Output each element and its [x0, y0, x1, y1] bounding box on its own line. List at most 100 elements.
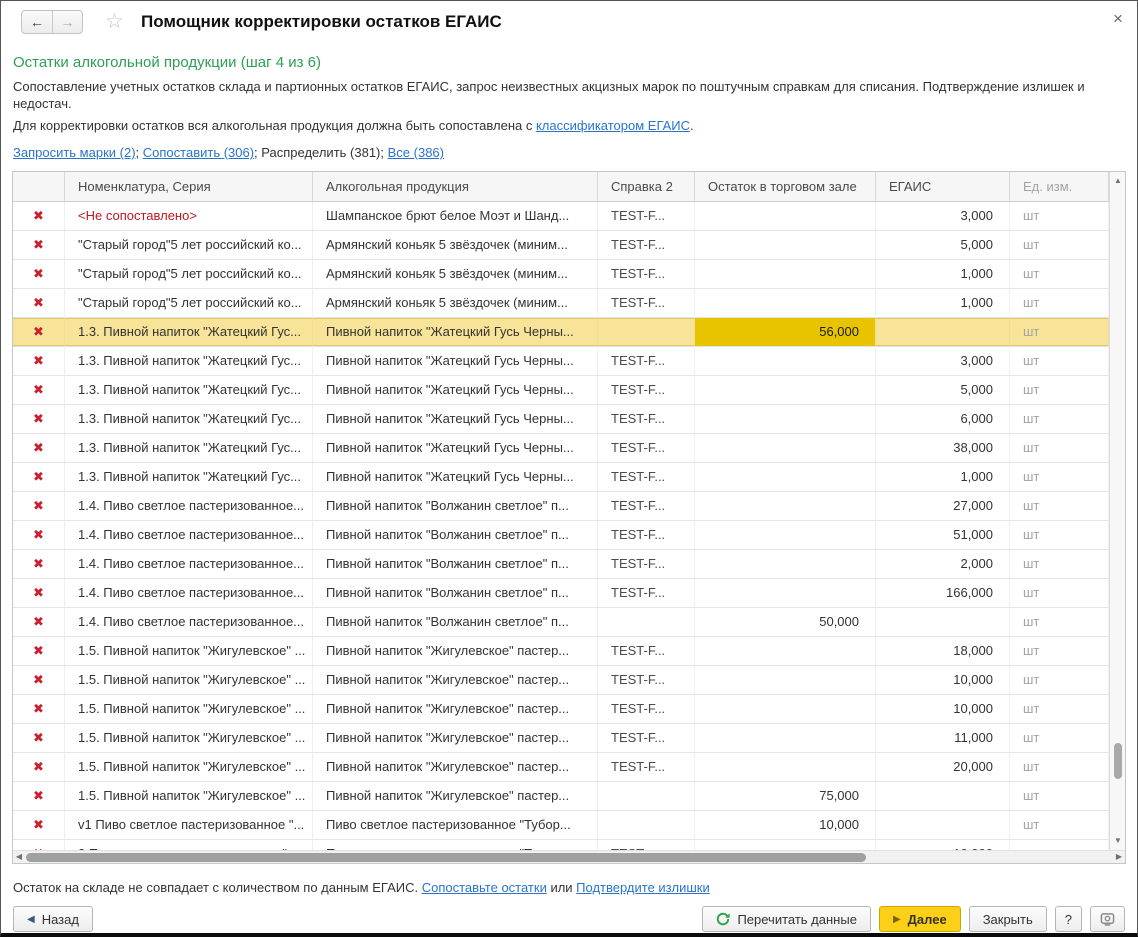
horizontal-scrollbar[interactable]: ◀ ▶: [13, 850, 1125, 863]
table-row[interactable]: ✖1.5. Пивной напиток "Жигулевское" ...Пи…: [13, 782, 1109, 811]
table-row[interactable]: ✖1.3. Пивной напиток "Жатецкий Гус...Пив…: [13, 405, 1109, 434]
not-matched-icon-cell: ✖: [13, 753, 65, 781]
nomenclature-cell: "Старый город"5 лет российский ко...: [65, 260, 313, 288]
table-row[interactable]: ✖<Не сопоставлено>Шампанское брют белое …: [13, 202, 1109, 231]
table-row[interactable]: ✖1.5. Пивной напиток "Жигулевское" ...Пи…: [13, 753, 1109, 782]
table-row[interactable]: ✖1.5. Пивной напиток "Жигулевское" ...Пи…: [13, 724, 1109, 753]
reference2-cell: TEST-F...: [598, 550, 695, 578]
filter-link[interactable]: Запросить марки (2): [13, 145, 136, 160]
column-header-alcohol-product[interactable]: Алкогольная продукция: [313, 172, 598, 201]
table-row[interactable]: ✖1.4. Пиво светлое пастеризованное...Пив…: [13, 579, 1109, 608]
unit-cell: шт: [1010, 666, 1109, 694]
nomenclature-cell: 1.4. Пиво светлое пастеризованное...: [65, 492, 313, 520]
back-button[interactable]: ◀ Назад: [13, 906, 93, 932]
back-nav-icon[interactable]: ←: [22, 11, 52, 33]
not-matched-icon-cell: ✖: [13, 202, 65, 230]
store-balance-cell: 10,000: [695, 811, 876, 839]
store-balance-cell: [695, 579, 876, 607]
table-row[interactable]: ✖"Старый город"5 лет российский ко...Арм…: [13, 289, 1109, 318]
store-balance-cell: [695, 231, 876, 259]
horizontal-scroll-thumb[interactable]: [26, 853, 866, 862]
filter-link[interactable]: Все (386): [388, 145, 444, 160]
reload-data-button[interactable]: Перечитать данные: [702, 906, 870, 932]
table-row[interactable]: ✖"Старый город"5 лет российский ко...Арм…: [13, 231, 1109, 260]
table-row[interactable]: ✖1.4. Пиво светлое пастеризованное...Пив…: [13, 521, 1109, 550]
table-row[interactable]: ✖1.3. Пивной напиток "Жатецкий Гус...Пив…: [13, 376, 1109, 405]
confirm-surplus-link[interactable]: Подтвердите излишки: [576, 880, 710, 895]
alcohol-product-cell: Армянский коньяк 5 звёздочек (миним...: [313, 260, 598, 288]
egais-balance-cell: 27,000: [876, 492, 1010, 520]
alcohol-product-cell: Пивной напиток "Жигулевское" пастер...: [313, 637, 598, 665]
reference2-cell: TEST-F...: [598, 463, 695, 491]
table-row[interactable]: ✖"Старый город"5 лет российский ко...Арм…: [13, 260, 1109, 289]
column-header-store-balance[interactable]: Остаток в торговом зале: [695, 172, 876, 201]
column-header-egais[interactable]: ЕГАИС: [876, 172, 1010, 201]
not-matched-icon-cell: ✖: [13, 376, 65, 404]
favorite-star-icon[interactable]: ☆: [105, 9, 124, 34]
alcohol-product-cell: Пивной напиток "Волжанин светлое" п...: [313, 579, 598, 607]
table-row[interactable]: ✖1.5. Пивной напиток "Жигулевское" ...Пи…: [13, 695, 1109, 724]
reference2-cell: TEST-F...: [598, 724, 695, 752]
column-header-unit[interactable]: Ед. изм.: [1010, 172, 1109, 201]
table-row[interactable]: ✖1.4. Пиво светлое пастеризованное...Пив…: [13, 492, 1109, 521]
red-cross-icon: ✖: [33, 730, 44, 745]
scroll-left-icon[interactable]: ◀: [13, 851, 25, 863]
egais-balance-cell: 1,000: [876, 463, 1010, 491]
table-row[interactable]: ✖2 Пиво светлое пастеризованное "...Пиво…: [13, 840, 1109, 850]
unit-cell: шт: [1010, 579, 1109, 607]
not-matched-icon-cell: ✖: [13, 260, 65, 288]
table-row[interactable]: ✖1.4. Пиво светлое пастеризованное...Пив…: [13, 550, 1109, 579]
column-header-reference2[interactable]: Справка 2: [598, 172, 695, 201]
store-balance-cell: [695, 521, 876, 549]
vertical-scrollbar[interactable]: ▲ ▼: [1109, 172, 1125, 850]
table-row[interactable]: ✖1.5. Пивной напиток "Жигулевское" ...Пи…: [13, 637, 1109, 666]
unit-cell: шт: [1010, 289, 1109, 317]
alcohol-product-cell: Пивной напиток "Жатецкий Гусь Черны...: [313, 463, 598, 491]
filter-link[interactable]: Сопоставить (306): [143, 145, 254, 160]
table-row[interactable]: ✖1.3. Пивной напиток "Жатецкий Гус...Пив…: [13, 434, 1109, 463]
close-icon[interactable]: ×: [1107, 9, 1129, 29]
not-matched-icon-cell: ✖: [13, 521, 65, 549]
match-balances-link[interactable]: Сопоставьте остатки: [422, 880, 547, 895]
store-balance-cell: [695, 550, 876, 578]
table-row[interactable]: ✖1.3. Пивной напиток "Жатецкий Гус...Пив…: [13, 318, 1109, 347]
table-row[interactable]: ✖1.5. Пивной напиток "Жигулевское" ...Пи…: [13, 666, 1109, 695]
table-row[interactable]: ✖1.3. Пивной напиток "Жатецкий Гус...Пив…: [13, 347, 1109, 376]
scroll-right-icon[interactable]: ▶: [1113, 851, 1125, 863]
red-cross-icon: ✖: [33, 353, 44, 368]
egais-balance-cell: 1,000: [876, 260, 1010, 288]
red-cross-icon: ✖: [33, 295, 44, 310]
alcohol-product-cell: Пивной напиток "Жатецкий Гусь Черны...: [313, 376, 598, 404]
vertical-scroll-thumb[interactable]: [1114, 743, 1122, 779]
status-or-text: или: [547, 880, 576, 895]
next-button-label: Далее: [908, 912, 947, 927]
reference2-cell: [598, 608, 695, 636]
red-cross-icon: ✖: [33, 208, 44, 223]
column-header-nomenclature[interactable]: Номенклатура, Серия: [65, 172, 313, 201]
unit-cell: шт: [1010, 434, 1109, 462]
red-cross-icon: ✖: [33, 556, 44, 571]
store-balance-cell: [695, 405, 876, 433]
not-matched-icon-cell: ✖: [13, 463, 65, 491]
egais-balance-cell: 20,000: [876, 753, 1010, 781]
close-button[interactable]: Закрыть: [969, 906, 1047, 932]
classifier-link[interactable]: классификатором ЕГАИС: [536, 118, 690, 133]
scroll-down-icon[interactable]: ▼: [1110, 834, 1126, 848]
forward-nav-icon[interactable]: →: [52, 11, 82, 33]
help-button[interactable]: ?: [1055, 906, 1082, 932]
alcohol-product-cell: Пиво светлое пастеризованное "Тубор...: [313, 811, 598, 839]
alcohol-product-cell: Пивной напиток "Жигулевское" пастер...: [313, 695, 598, 723]
nomenclature-cell: 1.3. Пивной напиток "Жатецкий Гус...: [65, 405, 313, 433]
nomenclature-cell: 1.5. Пивной напиток "Жигулевское" ...: [65, 724, 313, 752]
not-matched-icon-cell: ✖: [13, 608, 65, 636]
column-header-status[interactable]: [13, 172, 65, 201]
products-table: Номенклатура, Серия Алкогольная продукци…: [12, 171, 1126, 864]
back-button-label: Назад: [42, 912, 79, 927]
history-nav: ← →: [21, 10, 83, 34]
next-button[interactable]: ▶ Далее: [879, 906, 961, 932]
table-row[interactable]: ✖v1 Пиво светлое пастеризованное "...Пив…: [13, 811, 1109, 840]
form-settings-button[interactable]: [1090, 906, 1125, 932]
table-row[interactable]: ✖1.3. Пивной напиток "Жатецкий Гус...Пив…: [13, 463, 1109, 492]
scroll-up-icon[interactable]: ▲: [1110, 174, 1126, 188]
table-row[interactable]: ✖1.4. Пиво светлое пастеризованное...Пив…: [13, 608, 1109, 637]
